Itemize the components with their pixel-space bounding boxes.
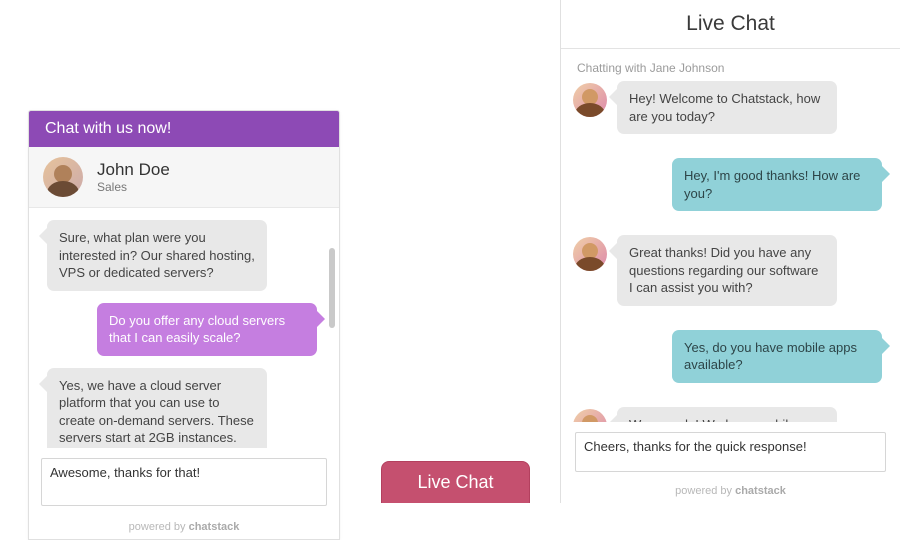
operator-avatar-icon (573, 409, 607, 422)
message-row: Hey, I'm good thanks! How are you? (573, 158, 888, 223)
powered-prefix: powered by (675, 485, 735, 497)
operator-message: Great thanks! Did you have any questions… (617, 235, 837, 306)
input-area (29, 448, 339, 517)
operator-message: Sure, what plan were you interested in? … (47, 220, 267, 291)
message-row: Yes, do you have mobile apps available? (573, 330, 888, 395)
agent-role: Sales (97, 180, 170, 194)
live-chat-tab-label: Live Chat (417, 472, 493, 493)
live-chat-tab-button[interactable]: Live Chat (381, 461, 530, 503)
powered-prefix: powered by (129, 521, 189, 533)
visitor-message: Hey, I'm good thanks! How are you? (672, 158, 882, 211)
operator-avatar-icon (573, 237, 607, 271)
chatting-with-label: Chatting with Jane Johnson (561, 49, 900, 81)
operator-message: We sure do! We have mobile apps availabl… (617, 407, 837, 422)
message-input[interactable] (575, 432, 886, 472)
visitor-message: Yes, do you have mobile apps available? (672, 330, 882, 383)
operator-message: Yes, we have a cloud server platform tha… (47, 368, 267, 448)
input-area (561, 422, 900, 481)
message-input[interactable] (41, 458, 327, 506)
message-list[interactable]: Sure, what plan were you interested in? … (29, 208, 339, 448)
chat-panel-teal: Live Chat Chatting with Jane Johnson Hey… (560, 0, 900, 503)
powered-by[interactable]: powered by chatstack (561, 481, 900, 503)
agent-info: John Doe Sales (97, 160, 170, 194)
agent-name: John Doe (97, 160, 170, 180)
powered-brand: chatstack (735, 485, 786, 497)
agent-bar: John Doe Sales (29, 147, 339, 208)
message-row: Hey! Welcome to Chatstack, how are you t… (573, 81, 888, 146)
message-row: We sure do! We have mobile apps availabl… (573, 407, 888, 422)
operator-message: Hey! Welcome to Chatstack, how are you t… (617, 81, 837, 134)
visitor-message: Do you offer any cloud servers that I ca… (97, 303, 317, 356)
message-row: Great thanks! Did you have any questions… (573, 235, 888, 318)
message-list[interactable]: Hey! Welcome to Chatstack, how are you t… (561, 81, 900, 422)
scrollbar-thumb[interactable] (329, 248, 335, 328)
widget-header-title: Chat with us now! (45, 120, 323, 138)
operator-avatar-icon (573, 83, 607, 117)
agent-avatar-icon (43, 157, 83, 197)
panel-title: Live Chat (561, 0, 900, 49)
powered-brand: chatstack (189, 521, 240, 533)
chat-widget-purple: Chat with us now! John Doe Sales Sure, w… (28, 110, 340, 540)
widget-header[interactable]: Chat with us now! (29, 111, 339, 147)
powered-by[interactable]: powered by chatstack (29, 517, 339, 539)
